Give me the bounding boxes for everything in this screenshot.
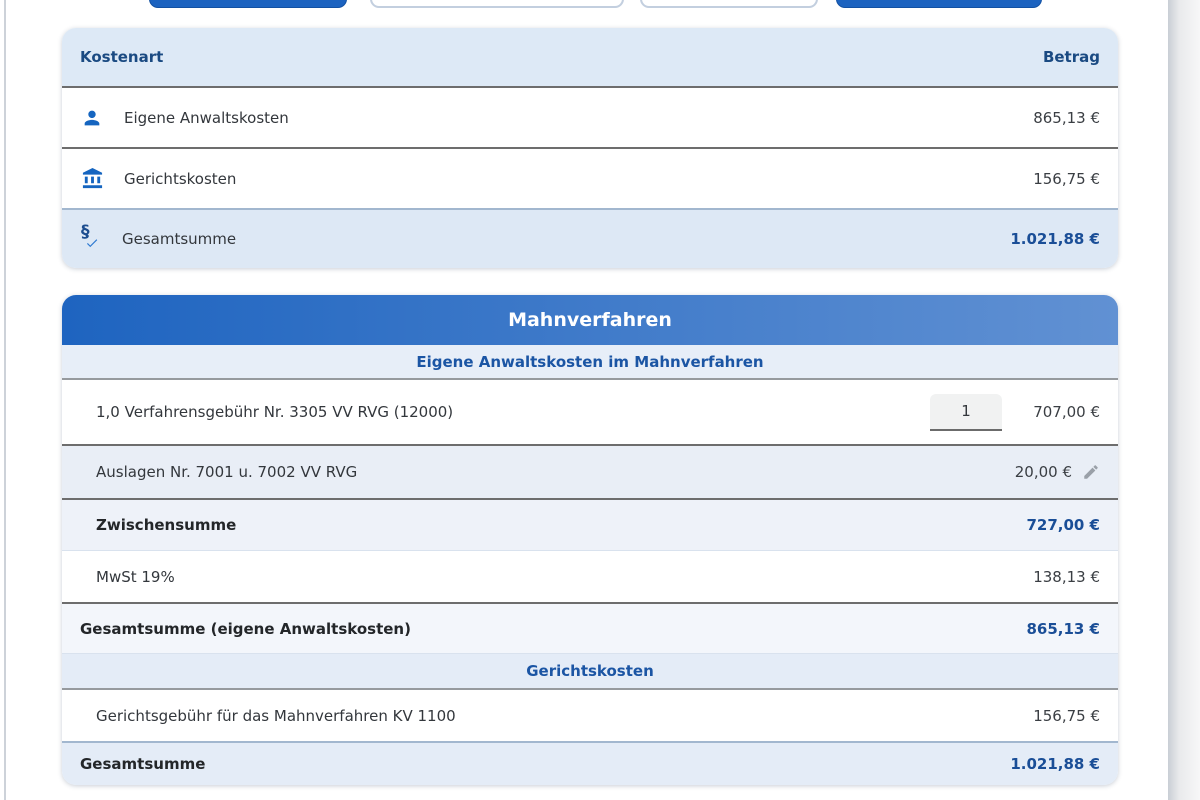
paragraph-check-icon: § [80, 225, 102, 253]
fee-factor-input[interactable] [930, 394, 1002, 431]
fee-amount: 707,00 € [1030, 403, 1100, 421]
mahnverfahren-title: Mahnverfahren [508, 309, 672, 331]
fee-amount: 20,00 € [1015, 463, 1072, 481]
table-row-auslagen: Auslagen Nr. 7001 u. 7002 VV RVG 20,00 € [62, 444, 1118, 498]
column-header-betrag: Betrag [1043, 48, 1100, 66]
total-amount: 865,13 € [1026, 620, 1100, 638]
bank-icon [80, 167, 104, 191]
table-row: Eigene Anwaltskosten 865,13 € [62, 86, 1118, 147]
section-header-label: Eigene Anwaltskosten im Mahnverfahren [416, 353, 763, 371]
top-tab-button-1[interactable] [149, 0, 347, 8]
table-row-verfahrensgebuehr: 1,0 Verfahrensgebühr Nr. 3305 VV RVG (12… [62, 380, 1118, 444]
cost-amount: 156,75 € [1033, 170, 1100, 188]
total-amount: 1.021,88 € [1010, 230, 1100, 248]
table-row: Gerichtskosten 156,75 € [62, 147, 1118, 208]
section-header-gerichtskosten: Gerichtskosten [62, 653, 1118, 690]
fee-label: Gerichtsgebühr für das Mahnverfahren KV … [96, 707, 1033, 725]
edit-pencil-icon[interactable] [1082, 463, 1100, 481]
fee-label: 1,0 Verfahrensgebühr Nr. 3305 VV RVG (12… [96, 403, 930, 421]
total-amount: 1.021,88 € [1010, 755, 1100, 773]
fee-label: Auslagen Nr. 7001 u. 7002 VV RVG [96, 463, 1015, 481]
total-label: Gesamtsumme [122, 230, 1010, 248]
summary-header-row: Kostenart Betrag [62, 28, 1118, 86]
table-row-gesamtsumme: Gesamtsumme 1.021,88 € [62, 741, 1118, 785]
fee-label: MwSt 19% [96, 568, 1033, 586]
top-tab-button-2[interactable] [370, 0, 624, 8]
section-header-label: Gerichtskosten [526, 662, 654, 680]
cost-summary-table: Kostenart Betrag Eigene Anwaltskosten 86… [62, 28, 1118, 268]
fee-amount: 138,13 € [1033, 568, 1100, 586]
section-header-anwaltskosten: Eigene Anwaltskosten im Mahnverfahren [62, 345, 1118, 380]
cost-amount: 865,13 € [1033, 109, 1100, 127]
content-sheet: Kostenart Betrag Eigene Anwaltskosten 86… [4, 0, 1168, 800]
top-tab-button-4[interactable] [836, 0, 1042, 8]
cost-type-label: Gerichtskosten [124, 170, 1033, 188]
person-icon [80, 106, 104, 130]
subtotal-amount: 727,00 € [1026, 516, 1100, 534]
top-tab-button-3[interactable] [640, 0, 818, 8]
table-row-gerichtsgebuehr: Gerichtsgebühr für das Mahnverfahren KV … [62, 690, 1118, 741]
total-label: Gesamtsumme [80, 755, 1010, 773]
mahnverfahren-title-bar: Mahnverfahren [62, 295, 1118, 345]
subtotal-label: Zwischensumme [96, 516, 1026, 534]
total-label: Gesamtsumme (eigene Anwaltskosten) [80, 620, 1026, 638]
cost-type-label: Eigene Anwaltskosten [124, 109, 1033, 127]
table-row-mwst: MwSt 19% 138,13 € [62, 550, 1118, 602]
table-row-zwischensumme: Zwischensumme 727,00 € [62, 498, 1118, 550]
fee-amount: 156,75 € [1033, 707, 1100, 725]
table-row-total: § Gesamtsumme 1.021,88 € [62, 208, 1118, 268]
table-row-gesamtsumme-anwaltskosten: Gesamtsumme (eigene Anwaltskosten) 865,1… [62, 602, 1118, 653]
mahnverfahren-table: Mahnverfahren Eigene Anwaltskosten im Ma… [62, 295, 1118, 785]
page-right-gutter [1168, 0, 1200, 800]
column-header-kostenart: Kostenart [80, 48, 1043, 66]
